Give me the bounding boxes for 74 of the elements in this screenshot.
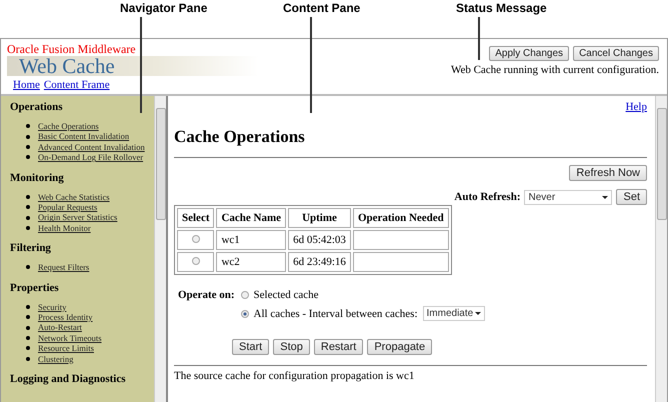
nav-link[interactable]: Home [13,79,40,91]
action-button[interactable]: Stop [273,339,310,355]
navigator-link[interactable]: Advanced Content Invalidation [38,142,145,152]
leader-line [478,17,480,60]
navigator-link[interactable]: Cache Operations [38,121,99,132]
bullet-icon [26,356,30,361]
page-title: Cache Operations [174,127,306,147]
navigator-link[interactable]: Resource Limits [38,343,94,354]
bullet-icon [26,216,30,220]
navigator-link[interactable]: Auto-Restart [38,322,82,333]
radio-button[interactable] [240,291,249,299]
bullet-icon [26,124,30,128]
set-button[interactable]: Set [616,189,647,205]
bullet-icon [26,346,30,350]
column-header: Operation Needed [352,208,449,228]
bullet-icon [26,205,30,210]
field-label: Auto Refresh: [454,191,520,203]
navigator-link[interactable]: Request Filters [38,262,90,273]
section-heading: Monitoring [10,172,65,184]
field-label: Operate on: [178,289,235,301]
column-header: Select [177,208,214,228]
table-cell: 6d 23:49:16 [288,252,351,272]
bullet-icon [26,336,30,340]
navigator-link[interactable]: Clustering [38,354,74,364]
action-button[interactable]: Restart [314,339,364,355]
column-header: Cache Name [216,208,286,228]
navigator-link[interactable]: Web Cache Statistics [38,192,110,202]
refresh-button[interactable]: Refresh Now [569,165,647,181]
section-heading: Properties [10,282,60,294]
help-link[interactable]: Help [626,101,647,113]
scrollbar[interactable] [154,96,166,402]
action-button[interactable]: Propagate [367,339,432,355]
radio-button[interactable] [192,235,200,243]
bullet-icon [26,145,30,150]
action-button[interactable]: Start [232,339,270,355]
bullet-icon [26,134,30,139]
radio-button[interactable] [192,257,200,265]
header-button[interactable]: Cancel Changes [573,46,659,61]
table-cell: 6d 05:42:03 [288,230,351,250]
navigator-link[interactable]: Security [38,302,66,312]
bullet-icon [26,326,30,330]
column-header: Uptime [288,208,351,228]
status-message: Web Cache running with current configuration. [450,64,659,76]
navigator-link[interactable]: Process Identity [38,312,93,322]
header-button[interactable]: Apply Changes [489,46,570,61]
navigator-link[interactable]: Basic Content Invalidation [38,131,130,142]
option-label: Selected cache [254,289,319,301]
bullet-icon [26,265,30,270]
section-heading: Logging and Diagnostics [10,373,127,386]
auto-refresh-dropdown[interactable]: Never [524,190,612,204]
navigator-link[interactable]: Network Timeouts [38,332,102,344]
bullet-icon [26,194,30,199]
section-heading: Operations [10,101,64,113]
radio-button[interactable] [240,310,249,318]
navigator-link[interactable]: Origin Server Statistics [38,212,118,223]
bullet-icon [26,155,30,160]
callout-label: Content Pane [283,1,360,15]
callout-label: Status Message [456,1,547,15]
bullet-icon [26,304,30,309]
table-cell: wc1 [216,230,286,250]
footer-text: The source cache for configuration propagation is wc1 [174,370,416,382]
product-name: Oracle Fusion Middleware [7,43,137,56]
scrollbar[interactable] [655,96,667,402]
bullet-icon [26,226,30,230]
navigator-link[interactable]: Health Monitor [38,222,91,234]
navigator-link[interactable]: On-Demand Log File Rollover [38,152,144,163]
option-label: All caches - Interval between caches: [254,308,418,320]
interval-dropdown[interactable]: Immediate [422,306,485,321]
nav-link[interactable]: Content Frame [44,79,110,91]
callout-label: Navigator Pane [120,1,208,15]
bullet-icon [26,315,30,320]
navigator-link[interactable]: Popular Requests [38,202,98,212]
section-heading: Filtering [10,242,52,254]
table-cell: wc2 [216,252,286,272]
